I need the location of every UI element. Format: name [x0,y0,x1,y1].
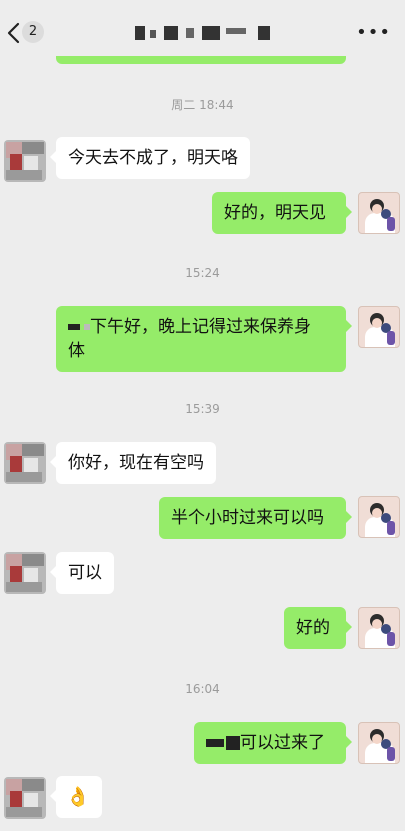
message-text: 可以过来了 [240,733,325,753]
back-icon[interactable] [4,22,24,44]
message-text-line-2: 体 [68,341,85,361]
ok-hand-emoji: 👌 [66,786,90,808]
message-bubble-sent[interactable]: 半个小时过来可以吗 [159,497,352,539]
timestamp: 15:39 [185,402,220,416]
unread-count-badge: 2 [22,21,44,43]
more-options-icon[interactable]: ••• [356,22,391,43]
my-avatar[interactable] [358,496,400,538]
timestamp: 15:24 [185,266,220,280]
message-bubble-received[interactable]: 今天去不成了，明天咯 [50,137,250,179]
message-bubble-sent[interactable]: 下午好，晚上记得过来保养身 体 [56,306,352,372]
message-bubble-sent[interactable]: 好的，明天见 [212,192,352,234]
chat-header: 2 ••• [0,0,405,64]
contact-avatar[interactable] [4,140,46,182]
redacted-name [206,733,240,753]
my-avatar[interactable] [358,306,400,348]
my-avatar[interactable] [358,722,400,764]
chat-title [130,26,280,42]
timestamp: 16:04 [185,682,220,696]
my-avatar[interactable] [358,192,400,234]
message-bubble-sent[interactable]: 好的 [284,607,352,649]
contact-avatar[interactable] [4,442,46,484]
message-bubble-received[interactable]: 你好，现在有空吗 [50,442,216,484]
contact-avatar[interactable] [4,777,46,819]
contact-avatar[interactable] [4,552,46,594]
message-text-line-1: 下午好，晚上记得过来保养身 [90,317,311,337]
message-bubble-received[interactable]: 可以 [50,552,114,594]
my-avatar[interactable] [358,607,400,649]
redacted-name [68,317,90,337]
message-bubble-sent[interactable]: 可以过来了 [194,722,352,764]
message-bubble-received[interactable]: 👌 [50,776,102,818]
timestamp: 周二 18:44 [171,98,234,112]
previous-message-bubble [56,56,346,64]
